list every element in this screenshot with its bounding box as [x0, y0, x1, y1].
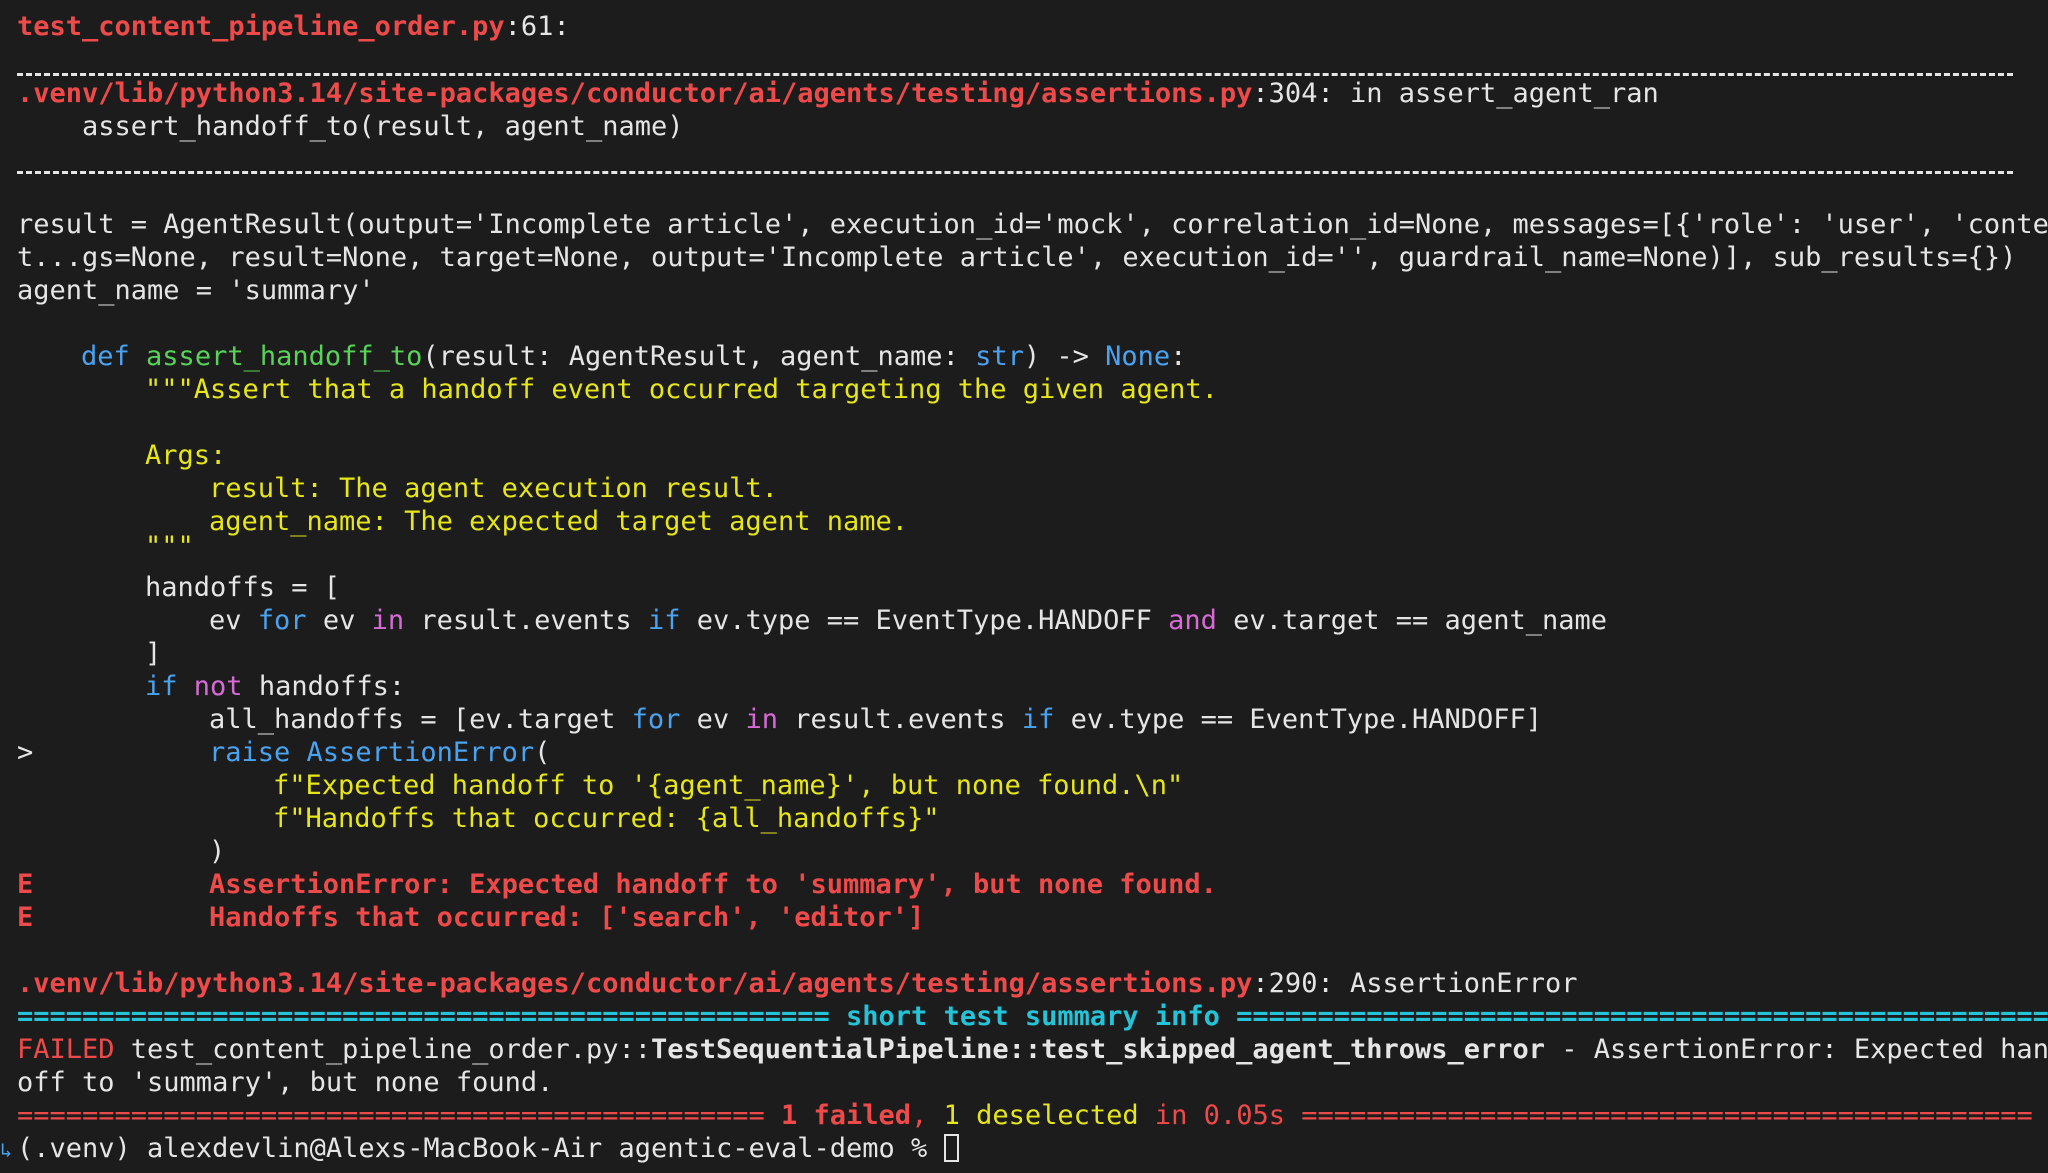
separator-dashed	[17, 171, 2013, 174]
error-line-2: Handoffs that occurred: ['search', 'edit…	[209, 902, 925, 933]
return-arrow: ) ->	[1023, 341, 1106, 372]
result-summary-line: ========================================…	[17, 1100, 2033, 1131]
error-marker: E	[17, 902, 34, 933]
fstring-line-1: f"Expected handoff to '{agent_name}', bu…	[273, 770, 1184, 801]
docstring-args: Args:	[145, 440, 227, 471]
function-name: assert_handoff_to	[146, 341, 423, 372]
summary-header: ========================================…	[17, 1001, 2048, 1032]
summary-title: short test summary info	[846, 1001, 1220, 1032]
failed-count: 1 failed	[781, 1100, 912, 1131]
prompt-marker-icon: ↳	[0, 1138, 13, 1162]
failed-test-id: TestSequentialPipeline::test_skipped_age…	[650, 1034, 1546, 1065]
text-cursor	[943, 1134, 959, 1162]
frame2-line: :290: AssertionError	[1252, 968, 1578, 999]
shell-prompt[interactable]: (.venv) alexdevlin@Alexs-MacBook-Air age…	[17, 1132, 959, 1165]
frame2-path: .venv/lib/python3.14/site-packages/condu…	[17, 968, 1253, 999]
type-none: None	[1105, 341, 1171, 372]
locals-result-1: result = AgentResult(output='Incomplete …	[17, 209, 2048, 240]
error-line-1: AssertionError: Expected handoff to 'sum…	[209, 869, 1217, 900]
code-if-line: if not handoffs:	[145, 671, 406, 702]
failed-label: FAILED	[17, 1034, 115, 1065]
frame1-line: :304: in assert_agent_ran	[1252, 78, 1659, 109]
docstring-end: """	[145, 531, 194, 562]
code-raise-line: raise AssertionError(	[209, 737, 551, 768]
failed-test-line-cont: off to 'summary', but none found.	[17, 1067, 554, 1098]
duration: in 0.05s	[1138, 1100, 1302, 1131]
docstring-agent-name: agent_name: The expected target agent na…	[209, 506, 908, 537]
code-handoffs-open: handoffs = [	[145, 572, 341, 603]
separator-dashed	[17, 73, 2013, 76]
failed-test-line: FAILED test_content_pipeline_order.py::T…	[17, 1034, 2048, 1065]
frame2-location: .venv/lib/python3.14/site-packages/condu…	[17, 967, 1578, 1000]
test-line-number: :61:	[504, 11, 570, 42]
frame1-path: .venv/lib/python3.14/site-packages/condu…	[17, 78, 1253, 109]
locals-result-2: t...gs=None, result=None, target=None, o…	[17, 242, 2017, 273]
code-paren-close: )	[209, 836, 226, 867]
signature-params: (result: AgentResult, agent_name:	[422, 341, 976, 372]
failing-line-marker: >	[17, 737, 34, 768]
code-all-handoffs: all_handoffs = [ev.target for ev in resu…	[209, 704, 1542, 735]
keyword-def: def	[81, 341, 130, 372]
error-marker: E	[17, 869, 34, 900]
type-str: str	[975, 341, 1024, 372]
frame1-call: assert_handoff_to(result, agent_name)	[17, 111, 684, 142]
docstring-line: """Assert that a handoff event occurred …	[145, 374, 1218, 405]
frame1-location: .venv/lib/python3.14/site-packages/condu…	[17, 77, 1659, 110]
prompt-text: (.venv) alexdevlin@Alexs-MacBook-Air age…	[17, 1133, 944, 1164]
code-bracket-close: ]	[145, 638, 162, 669]
test-location-line: test_content_pipeline_order.py:61:	[17, 10, 570, 43]
colon: :	[1170, 341, 1187, 372]
code-comprehension: ev for ev in result.events if ev.type ==…	[209, 605, 1608, 636]
locals-agent-name: agent_name = 'summary'	[17, 275, 375, 306]
deselected-count: 1 deselected	[943, 1100, 1139, 1131]
code-def-line: def assert_handoff_to(result: AgentResul…	[81, 340, 1186, 373]
test-file-name: test_content_pipeline_order.py	[17, 11, 505, 42]
fstring-line-2: f"Handoffs that occurred: {all_handoffs}…	[273, 803, 940, 834]
terminal-window[interactable]: test_content_pipeline_order.py:61: .venv…	[0, 0, 2048, 1173]
docstring-result: result: The agent execution result.	[209, 473, 778, 504]
